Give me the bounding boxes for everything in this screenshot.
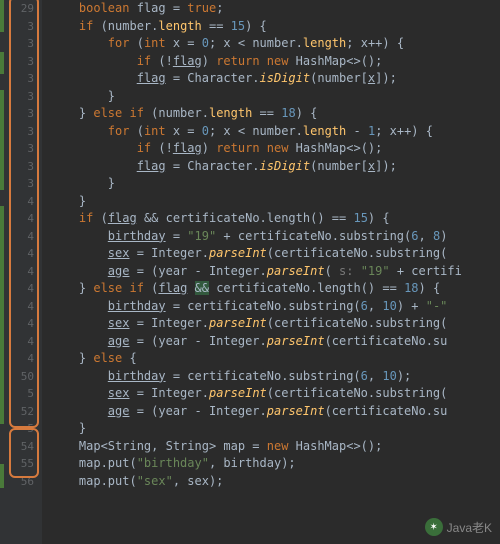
- code-line[interactable]: map.put("sex", sex);: [50, 473, 500, 491]
- line-number: 3: [0, 140, 42, 158]
- vcs-change-marker: [0, 206, 4, 424]
- line-gutter: 2933333333334444444444505525545556: [0, 0, 42, 544]
- line-number: 29: [0, 0, 42, 18]
- wechat-icon: ✶: [425, 518, 443, 536]
- vcs-change-marker: [0, 0, 4, 32]
- line-number: 4: [0, 228, 42, 246]
- code-line[interactable]: flag = Character.isDigit(number[x]);: [50, 70, 500, 88]
- code-line[interactable]: sex = Integer.parseInt(certificateNo.sub…: [50, 385, 500, 403]
- code-line[interactable]: if (number.length == 15) {: [50, 18, 500, 36]
- vcs-change-marker: [0, 464, 4, 488]
- watermark: ✶ Java老K: [425, 518, 492, 536]
- line-number: 4: [0, 263, 42, 281]
- code-area[interactable]: boolean flag = true; if (number.length =…: [42, 0, 500, 544]
- code-line[interactable]: }: [50, 175, 500, 193]
- line-number: 3: [0, 175, 42, 193]
- line-number: 50: [0, 368, 42, 386]
- code-line[interactable]: flag = Character.isDigit(number[x]);: [50, 158, 500, 176]
- line-number: 3: [0, 123, 42, 141]
- code-line[interactable]: birthday = certificateNo.substring(6, 10…: [50, 368, 500, 386]
- line-number: 3: [0, 88, 42, 106]
- code-line[interactable]: }: [50, 88, 500, 106]
- code-line[interactable]: birthday = certificateNo.substring(6, 10…: [50, 298, 500, 316]
- line-number: 3: [0, 18, 42, 36]
- code-line[interactable]: map.put("birthday", birthday);: [50, 455, 500, 473]
- line-number: 3: [0, 105, 42, 123]
- code-editor[interactable]: 2933333333334444444444505525545556 boole…: [0, 0, 500, 544]
- line-number: 56: [0, 473, 42, 491]
- line-number: 52: [0, 403, 42, 421]
- line-number: 4: [0, 193, 42, 211]
- line-number: 5: [0, 420, 42, 438]
- line-number: 3: [0, 70, 42, 88]
- line-number: 3: [0, 35, 42, 53]
- code-line[interactable]: age = (year - Integer.parseInt( s: "19" …: [50, 263, 500, 281]
- line-number: 5: [0, 385, 42, 403]
- code-line[interactable]: boolean flag = true;: [50, 0, 500, 18]
- code-line[interactable]: }: [50, 193, 500, 211]
- line-number: 4: [0, 245, 42, 263]
- code-line[interactable]: for (int x = 0; x < number.length; x++) …: [50, 35, 500, 53]
- vcs-change-marker: [0, 90, 4, 190]
- code-line[interactable]: for (int x = 0; x < number.length - 1; x…: [50, 123, 500, 141]
- code-line[interactable]: birthday = "19" + certificateNo.substrin…: [50, 228, 500, 246]
- line-number: 3: [0, 53, 42, 71]
- line-number: 4: [0, 210, 42, 228]
- line-number: 3: [0, 158, 42, 176]
- code-line[interactable]: } else if (number.length == 18) {: [50, 105, 500, 123]
- code-line[interactable]: }: [50, 420, 500, 438]
- code-line[interactable]: } else if (flag && certificateNo.length(…: [50, 280, 500, 298]
- code-line[interactable]: if (!flag) return new HashMap<>();: [50, 53, 500, 71]
- code-line[interactable]: if (flag && certificateNo.length() == 15…: [50, 210, 500, 228]
- code-line[interactable]: sex = Integer.parseInt(certificateNo.sub…: [50, 315, 500, 333]
- line-number: 54: [0, 438, 42, 456]
- vcs-change-marker: [0, 52, 4, 74]
- code-line[interactable]: age = (year - Integer.parseInt(certifica…: [50, 333, 500, 351]
- watermark-text: Java老K: [447, 519, 492, 536]
- code-line[interactable]: sex = Integer.parseInt(certificateNo.sub…: [50, 245, 500, 263]
- line-number: 4: [0, 350, 42, 368]
- code-line[interactable]: } else {: [50, 350, 500, 368]
- line-number: 4: [0, 298, 42, 316]
- code-line[interactable]: if (!flag) return new HashMap<>();: [50, 140, 500, 158]
- line-number: 55: [0, 455, 42, 473]
- line-number: 4: [0, 333, 42, 351]
- code-line[interactable]: age = (year - Integer.parseInt(certifica…: [50, 403, 500, 421]
- line-number: 4: [0, 280, 42, 298]
- vcs-strip: [0, 0, 4, 544]
- code-line[interactable]: Map<String, String> map = new HashMap<>(…: [50, 438, 500, 456]
- line-number: 4: [0, 315, 42, 333]
